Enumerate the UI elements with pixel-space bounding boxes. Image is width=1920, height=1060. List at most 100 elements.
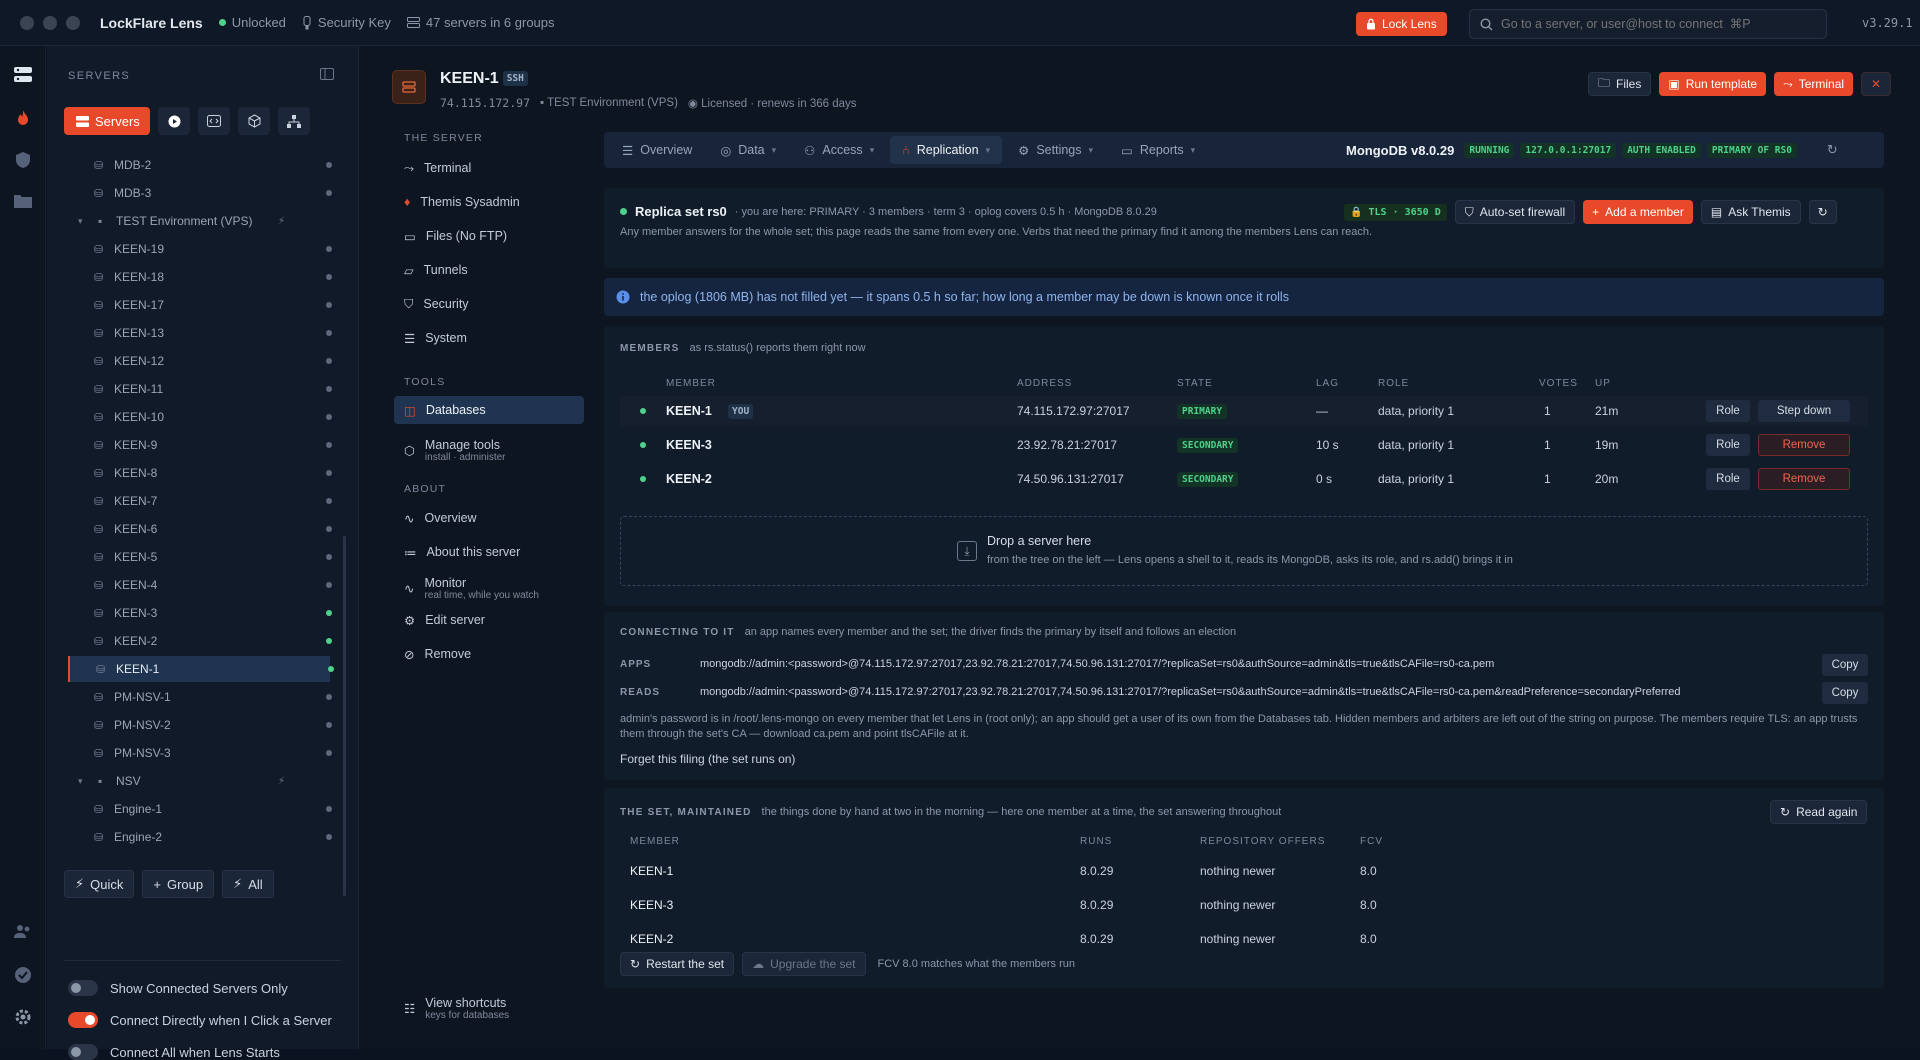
terminal-button[interactable]: ⤳ Terminal xyxy=(1774,72,1854,96)
auto-set-firewall-button[interactable]: ⛉ Auto-set firewall xyxy=(1454,200,1576,224)
tree-server-item[interactable]: ⛁ KEEN-12 xyxy=(68,348,332,374)
tree-server-item[interactable]: ⛁ PM-NSV-3 xyxy=(68,740,332,766)
window-minimize-button[interactable] xyxy=(43,15,57,30)
code-button[interactable] xyxy=(198,107,230,135)
toggle-connect-directly[interactable]: Connect Directly when I Click a Server xyxy=(68,1012,332,1028)
tree-server-item[interactable]: ⛁ KEEN-5 xyxy=(68,544,332,570)
lock-lens-button[interactable]: Lock Lens xyxy=(1356,12,1447,36)
tab-data[interactable]: ◎ Data ▾ xyxy=(708,136,788,164)
group-button[interactable]: + Group xyxy=(142,870,215,898)
chevron-down-icon[interactable]: ▾ xyxy=(78,776,83,787)
nav-view-shortcuts[interactable]: ☷ View shortcuts keys for databases xyxy=(394,990,584,1026)
servers-button[interactable]: Servers xyxy=(64,107,150,135)
tree-server-item[interactable]: ⛁ Engine-2 xyxy=(68,824,332,850)
tree-scrollbar[interactable] xyxy=(343,536,346,896)
tree-server-item[interactable]: ⛁ PM-NSV-2 xyxy=(68,712,332,738)
refresh-button[interactable]: ↻ xyxy=(1808,200,1837,224)
tree-server-item[interactable]: ⛁ KEEN-9 xyxy=(68,432,332,458)
tree-group[interactable]: ▾ ▪ ⚡ NSV xyxy=(68,768,330,794)
all-button[interactable]: ⚡ All xyxy=(222,870,274,898)
run-template-button[interactable]: ▣ Run template xyxy=(1659,72,1767,96)
tree-server-item[interactable]: ⛁ KEEN-17 xyxy=(68,292,332,318)
tree-server-item[interactable]: ⛁ KEEN-8 xyxy=(68,460,332,486)
ask-themis-button[interactable]: ▤ Ask Themis xyxy=(1700,200,1801,224)
users-icon[interactable] xyxy=(13,923,33,943)
close-server-button[interactable]: ✕ xyxy=(1861,72,1892,96)
tab-reports[interactable]: ▭ Reports ▾ xyxy=(1109,136,1207,164)
refresh-icon[interactable]: ↻ xyxy=(1827,142,1838,158)
window-close-button[interactable] xyxy=(20,15,34,30)
nav-remove[interactable]: ⊘ Remove xyxy=(394,640,584,668)
bolt-icon[interactable]: ⚡ xyxy=(278,216,285,227)
toggle-switch[interactable] xyxy=(68,1012,98,1028)
go-to-server-search[interactable] xyxy=(1469,9,1827,39)
toggle-connect-all[interactable]: Connect All when Lens Starts xyxy=(68,1044,280,1060)
collapse-sidebar-icon[interactable] xyxy=(320,68,334,80)
tree-server-item[interactable]: ⛁ KEEN-18 xyxy=(68,264,332,290)
toggle-switch[interactable] xyxy=(68,1044,98,1060)
tree-server-item[interactable]: ⛁ KEEN-7 xyxy=(68,488,332,514)
remove-member-button[interactable]: Remove xyxy=(1758,434,1850,456)
role-button[interactable]: Role xyxy=(1706,434,1750,456)
nav-monitor[interactable]: ∿ Monitor real time, while you watch xyxy=(394,570,584,606)
nav-databases[interactable]: ◫ Databases xyxy=(394,396,584,424)
nav-system[interactable]: ☰ System xyxy=(394,324,584,352)
package-button[interactable] xyxy=(238,107,270,135)
chevron-down-icon[interactable]: ▾ xyxy=(78,216,83,227)
copy-reads-button[interactable]: Copy xyxy=(1822,682,1868,704)
nav-edit-server[interactable]: ⚙ Edit server xyxy=(394,606,584,634)
tab-access[interactable]: ⚇ Access ▾ xyxy=(792,136,886,164)
drop-server-zone[interactable]: ⤓ Drop a server here from the tree on th… xyxy=(620,516,1868,586)
tree-server-item[interactable]: ⛁ MDB-3 xyxy=(68,180,332,206)
tree-server-item[interactable]: ⛁ KEEN-6 xyxy=(68,516,332,542)
play-button[interactable] xyxy=(158,107,190,135)
nav-themis[interactable]: ♦ Themis Sysadmin xyxy=(394,188,584,216)
tree-server-item[interactable]: ⛁ KEEN-19 xyxy=(68,236,332,262)
folder-icon[interactable] xyxy=(13,192,33,212)
tree-server-item[interactable]: ⛁ KEEN-13 xyxy=(68,320,332,346)
add-member-button[interactable]: + Add a member xyxy=(1583,200,1693,224)
toggle-switch[interactable] xyxy=(68,980,98,996)
read-again-button[interactable]: ↻ Read again xyxy=(1770,800,1868,824)
tree-server-item[interactable]: ⛁ KEEN-3 xyxy=(68,600,332,626)
restart-set-button[interactable]: ↻ Restart the set xyxy=(620,952,735,976)
files-button[interactable]: 🗀 Files xyxy=(1588,72,1652,96)
remove-member-button[interactable]: Remove xyxy=(1758,468,1850,490)
nav-tunnels[interactable]: ▱ Tunnels xyxy=(394,256,584,284)
nav-security[interactable]: ⛉ Security xyxy=(394,290,584,318)
tree-server-item[interactable]: ⛁ PM-NSV-1 xyxy=(68,684,332,710)
tree-server-item[interactable]: ⛁ MDB-2 xyxy=(68,152,332,178)
nav-files[interactable]: ▭ Files (No FTP) xyxy=(394,222,584,250)
copy-apps-button[interactable]: Copy xyxy=(1822,654,1868,676)
verified-icon[interactable] xyxy=(13,965,33,985)
topology-button[interactable] xyxy=(278,107,310,135)
servers-rail-icon[interactable] xyxy=(13,66,33,86)
bolt-icon[interactable]: ⚡ xyxy=(278,776,285,787)
security-key[interactable]: Security Key xyxy=(302,15,391,30)
nav-terminal[interactable]: ⤳ Terminal xyxy=(394,154,584,182)
flame-icon[interactable] xyxy=(13,108,33,128)
window-zoom-button[interactable] xyxy=(66,15,80,30)
tree-server-item[interactable]: ⛁ KEEN-10 xyxy=(68,404,332,430)
tab-replication[interactable]: ⑃ Replication ▾ xyxy=(890,136,1003,164)
tree-server-item[interactable]: ⛁ KEEN-11 xyxy=(68,376,332,402)
quick-button[interactable]: ⚡ Quick xyxy=(64,870,135,898)
role-button[interactable]: Role xyxy=(1706,400,1750,422)
tab-overview[interactable]: ☰ Overview xyxy=(610,136,704,164)
shield-icon[interactable] xyxy=(13,150,33,170)
tree-server-item[interactable]: ⛁ Engine-1 xyxy=(68,796,332,822)
reads-uri[interactable]: mongodb://admin:<password>@74.115.172.97… xyxy=(700,686,1681,698)
forget-filing-link[interactable]: Forget this filing (the set runs on) xyxy=(620,752,795,766)
tree-server-item[interactable]: ⛁ KEEN-2 xyxy=(68,628,332,654)
toggle-connected-only[interactable]: Show Connected Servers Only xyxy=(68,980,288,996)
step-down-button[interactable]: Step down xyxy=(1758,400,1850,422)
gear-icon[interactable] xyxy=(13,1007,33,1027)
tree-server-item[interactable]: ⛁ KEEN-1 xyxy=(68,656,334,682)
nav-about[interactable]: ≔ About this server xyxy=(394,538,584,566)
tree-server-item[interactable]: ⛁ KEEN-4 xyxy=(68,572,332,598)
apps-uri[interactable]: mongodb://admin:<password>@74.115.172.97… xyxy=(700,658,1494,670)
tab-settings[interactable]: ⚙ Settings ▾ xyxy=(1006,136,1105,164)
upgrade-set-button[interactable]: ☁ Upgrade the set xyxy=(742,952,866,976)
role-button[interactable]: Role xyxy=(1706,468,1750,490)
nav-manage-tools[interactable]: ⬡ Manage tools install · administer xyxy=(394,432,584,468)
